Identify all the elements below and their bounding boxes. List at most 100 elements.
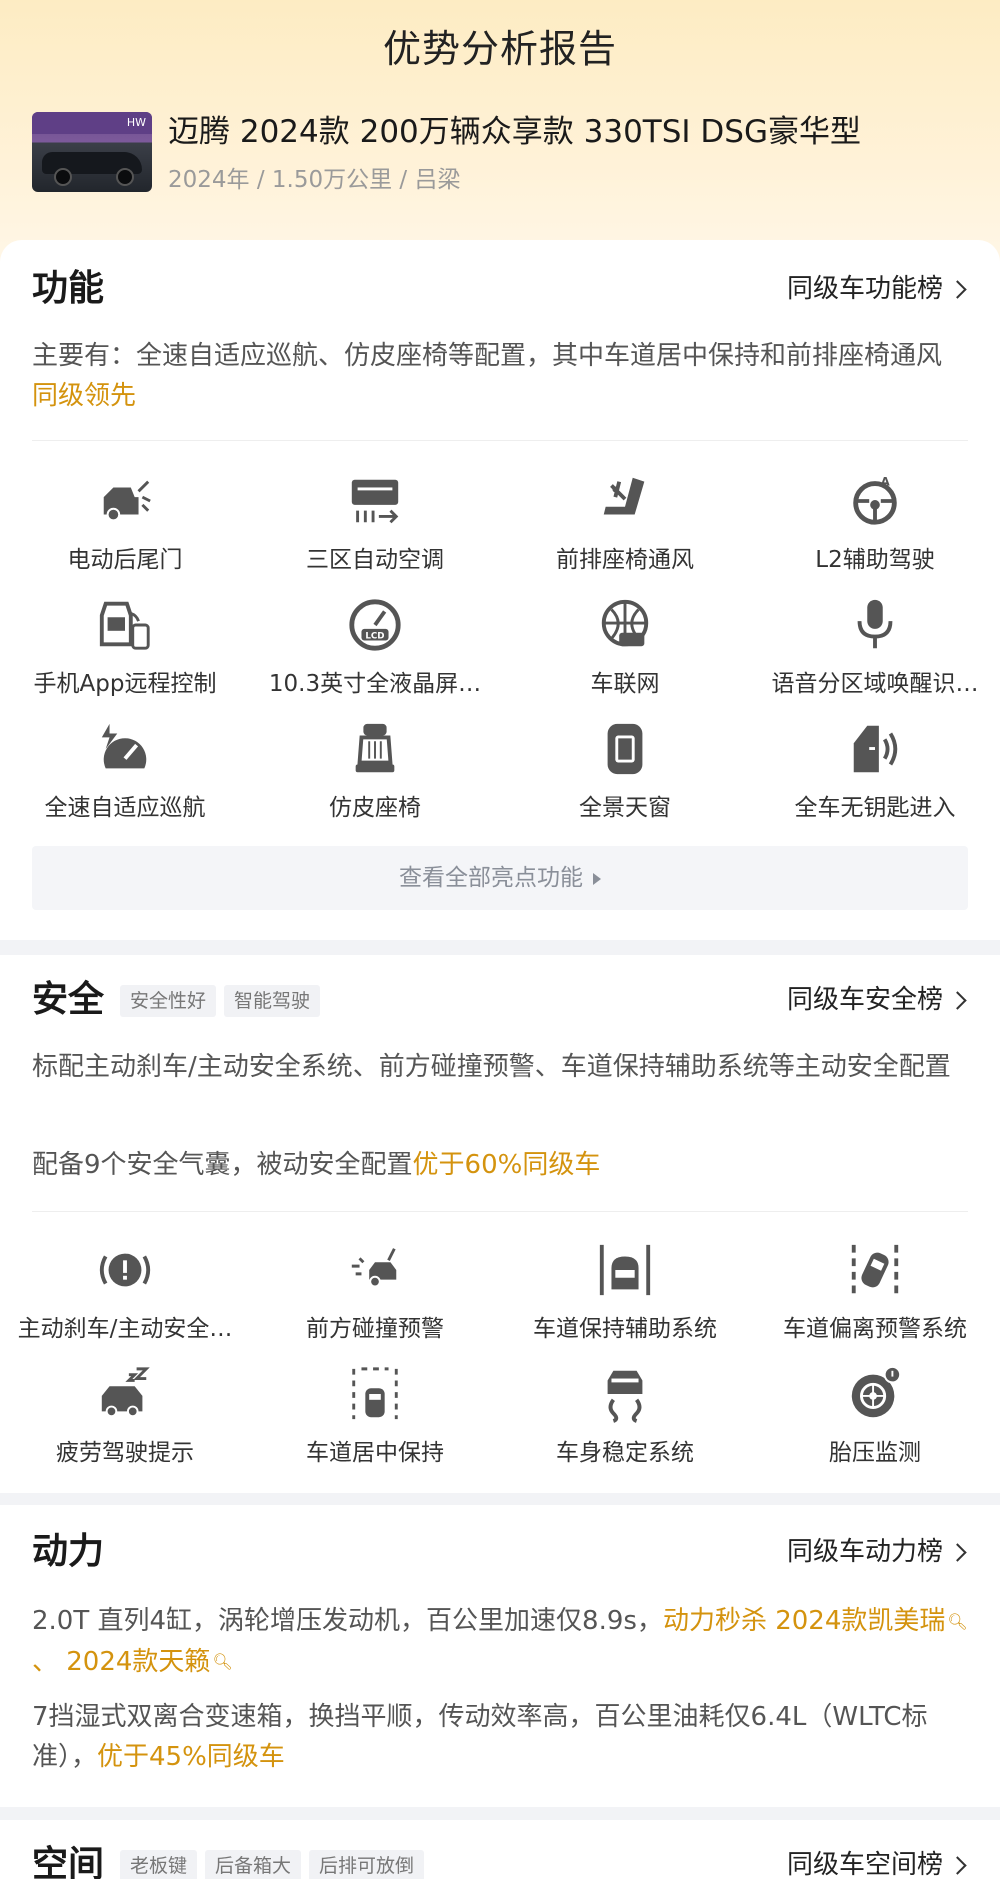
car-thumbnail[interactable]: HW [32,112,152,192]
power-rank-link[interactable]: 同级车动力榜 [787,1527,968,1577]
leather-seat-icon [355,723,395,773]
feature-label: 疲劳驾驶提示 [56,1440,194,1466]
feature-item[interactable]: 前排座椅通风 [500,462,750,586]
stability-control-icon [607,1370,643,1423]
remote-phone-icon [99,601,150,650]
tag: 老板键 [120,1850,198,1879]
feature-label: 手机App远程控制 [33,671,217,697]
competitor-link-teana[interactable]: 2024款天籁 [66,1647,210,1677]
space-section: 空间 老板键 后备箱大 后排可放倒 同级车空间榜 [0,1820,1000,1879]
feature-label: 前排座椅通风 [556,547,694,573]
feature-item[interactable]: 全车无钥匙进入 [750,710,1000,834]
feature-item[interactable]: 疲劳驾驶提示 [0,1355,250,1479]
feature-label: 车道偏离预警系统 [783,1316,967,1342]
feature-item[interactable]: 主动刹车/主动安全… [0,1231,250,1355]
function-rank-link[interactable]: 同级车功能榜 [787,264,968,314]
svg-text:A: A [881,475,890,489]
description-text: 配备9个安全气囊，被动安全配置 [32,1150,413,1180]
tag: 安全性好 [120,985,217,1017]
microphone-icon [857,599,893,649]
lcd-gauge-icon: LCD [349,599,401,651]
rank-link-label: 同级车安全榜 [786,985,943,1015]
feature-item[interactable]: 三区自动空调 [250,462,500,586]
feature-label: 全车无钥匙进入 [794,795,956,821]
feature-label: 仿皮座椅 [329,795,421,821]
chevron-right-icon [948,1855,967,1875]
competitor-link-camry[interactable]: 动力秒杀 2024款凯美瑞 [663,1606,945,1636]
space-tags: 老板键 后备箱大 后排可放倒 [120,1850,425,1879]
rank-link-label: 同级车功能榜 [786,274,943,304]
power-header: 动力 同级车动力榜 [32,1527,968,1577]
feature-item[interactable]: A L2辅助驾驶 [750,462,1000,586]
search-icon: 🔍︎ [947,1611,968,1631]
view-all-label: 查看全部亮点功能 [399,865,583,891]
feature-label: 电动后尾门 [67,547,183,573]
feature-label: 全速自适应巡航 [44,795,206,821]
power-tailgate-icon [103,480,151,522]
rank-link-label: 同级车动力榜 [786,1537,943,1567]
climate-control-icon [351,479,399,524]
chevron-right-icon [948,990,967,1010]
chevron-right-icon [948,279,967,299]
divider [32,440,968,441]
feature-item[interactable]: 电动后尾门 [0,462,250,586]
feature-item[interactable]: 车联网 [500,586,750,710]
tag: 后排可放倒 [309,1850,425,1879]
lane-keep-icon [599,1244,651,1296]
feature-item[interactable]: 车身稳定系统 [500,1355,750,1479]
keyless-entry-icon [853,725,898,773]
feature-item[interactable]: LCD 10.3英寸全液晶屏… [250,586,500,710]
thumbnail-banner: HW [32,112,152,134]
safety-section: 安全 安全性好 智能驾驶 同级车安全榜 标配主动刹车/主动安全系统、前方碰撞预警… [0,955,1000,1493]
rank-link-label: 同级车空间榜 [786,1850,943,1879]
chevron-right-icon [948,1542,967,1562]
safety-header: 安全 安全性好 智能驾驶 同级车安全榜 [32,975,968,1025]
safety-description: 标配主动刹车/主动安全系统、前方碰撞预警、车道保持辅助系统等主动安全配置 [32,1052,951,1082]
feature-item[interactable]: 仿皮座椅 [250,710,500,834]
tag: 智能驾驶 [224,985,321,1017]
feature-item[interactable]: 胎压监测 [750,1355,1000,1479]
feature-label: 三区自动空调 [306,547,444,573]
feature-item[interactable]: 全景天窗 [500,710,750,834]
feature-label: 主动刹车/主动安全… [17,1316,233,1342]
safety-tags: 安全性好 智能驾驶 [120,985,321,1017]
brake-warning-icon [99,1253,151,1287]
power-section: 动力 同级车动力榜 2.0T 直列4缸，涡轮增压发动机，百公里加速仅8.9s，动… [0,1505,1000,1807]
space-rank-link[interactable]: 同级车空间榜 [787,1840,968,1879]
feature-item[interactable]: 车道保持辅助系统 [500,1231,750,1355]
feature-label: 前方碰撞预警 [306,1316,444,1342]
feature-label: L2辅助驾驶 [815,547,935,573]
play-arrow-icon [593,872,601,885]
feature-item[interactable]: 语音分区域唤醒识… [750,586,1000,710]
lane-center-icon [352,1367,398,1420]
feature-label: 车联网 [590,671,660,697]
engine-description: 2.0T 直列4缸，涡轮增压发动机，百公里加速仅8.9s，动力秒杀 2024款凯… [32,1601,968,1682]
page-title: 优势分析报告 [382,27,617,71]
feature-item[interactable]: 车道居中保持 [250,1355,500,1479]
collision-warning-icon [351,1248,397,1288]
transmission-description: 7挡湿式双离合变速箱，换挡平顺，传动效率高，百公里油耗仅6.4L（WLTC标准）… [32,1697,968,1777]
lane-departure-icon [851,1244,899,1294]
feature-item[interactable]: 全速自适应巡航 [0,710,250,834]
feature-label: 10.3英寸全液晶屏… [268,671,482,697]
feature-item[interactable]: 前方碰撞预警 [250,1231,500,1355]
space-header: 空间 老板键 后备箱大 后排可放倒 同级车空间榜 [32,1840,968,1879]
tire-pressure-icon [851,1365,902,1418]
wheel [54,168,72,186]
feature-label: 车身稳定系统 [556,1440,694,1466]
divider [32,1211,968,1212]
description-text: 2.0T 直列4缸，涡轮增压发动机，百公里加速仅8.9s， [32,1606,663,1636]
view-all-features-button[interactable]: 查看全部亮点功能 [32,846,968,910]
panoramic-sunroof-icon [607,723,643,775]
function-description: 主要有：全速自适应巡航、仿皮座椅等配置，其中车道居中保持和前排座椅通风同级领先 [32,336,968,416]
safety-airbag-description: 配备9个安全气囊，被动安全配置优于60%同级车 [32,1145,968,1185]
wheel [116,168,134,186]
separator-text: 、 [32,1646,67,1677]
description-text: 主要有：全速自适应巡航、仿皮座椅等配置，其中车道居中保持和前排座椅通风 [32,341,943,371]
feature-item[interactable]: 手机App远程控制 [0,586,250,710]
cruise-control-icon [101,723,147,769]
feature-item[interactable]: 车道偏离预警系统 [750,1231,1000,1355]
feature-label: 胎压监测 [829,1440,921,1466]
car-name: 迈腾 2024款 200万辆众享款 330TSI DSG豪华型 [168,114,861,150]
safety-rank-link[interactable]: 同级车安全榜 [787,975,968,1025]
